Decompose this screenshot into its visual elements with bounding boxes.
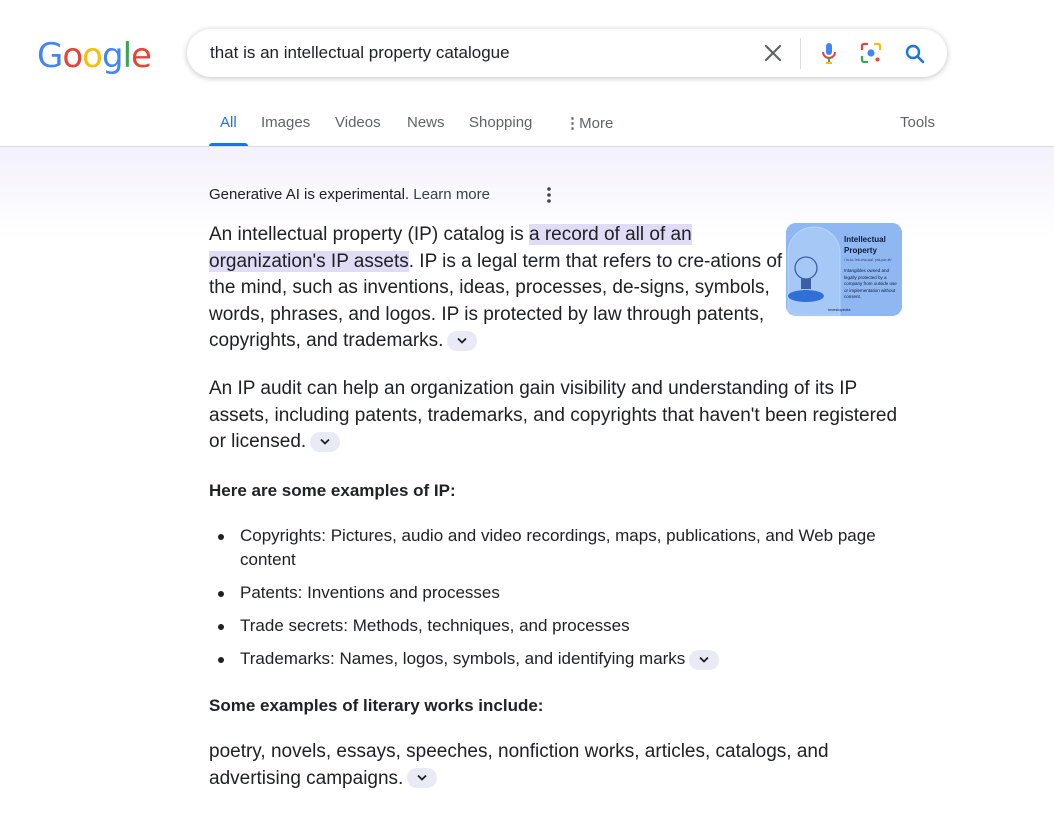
tab-news[interactable]: News [407, 114, 445, 131]
logo-letter: e [131, 36, 152, 76]
list-item-text: Trademarks: Names, logos, symbols, and i… [240, 649, 686, 668]
list-item-text: Trade secrets: Methods, techniques, and … [240, 616, 630, 635]
thumbnail-description: Intangibles owned and legally protected … [844, 268, 897, 299]
more-options-icon[interactable] [541, 186, 557, 204]
thumbnail-title: Intellectual Property [844, 235, 886, 255]
list-item: Trade secrets: Methods, techniques, and … [209, 614, 909, 638]
ai-paragraph-definition: An intellectual property (IP) catalog is… [209, 222, 784, 355]
microphone-icon[interactable] [817, 41, 841, 65]
expand-source-button[interactable] [310, 431, 341, 452]
chevron-down-icon [699, 656, 709, 663]
logo-letter: l [122, 36, 133, 76]
google-logo[interactable]: Google [37, 36, 152, 76]
camera-lens-icon[interactable] [859, 41, 883, 65]
experimental-text: Generative AI is experimental. [209, 186, 410, 203]
thumbnail-subtitle: /ˌin-tə-ˈlek-chə-wəl ˈprä-pər-tē/ [844, 258, 892, 262]
list-item-text: Patents: Inventions and processes [240, 583, 500, 602]
logo-letter: g [101, 36, 124, 76]
learn-more-link[interactable]: Learn more [413, 186, 490, 203]
logo-letter: o [82, 36, 103, 76]
examples-heading: Here are some examples of IP: [209, 481, 456, 500]
tab-all[interactable]: All [220, 114, 237, 131]
search-input[interactable]: that is an intellectual property catalog… [210, 43, 510, 63]
logo-letter: G [37, 36, 63, 76]
chevron-down-icon [457, 337, 468, 344]
ai-experimental-notice: Generative AI is experimental. Learn mor… [209, 186, 490, 203]
tab-images[interactable]: Images [261, 114, 310, 131]
list-item-text: Copyrights: Pictures, audio and video re… [240, 526, 876, 569]
chevron-down-icon [417, 775, 427, 782]
thumbnail-credit: investopedia [828, 307, 851, 312]
search-icon[interactable] [903, 42, 927, 66]
ip-source-thumbnail[interactable]: Intellectual Property /ˌin-tə-ˈlek-chə-w… [786, 223, 902, 316]
list-item: Copyrights: Pictures, audio and video re… [209, 524, 909, 572]
expand-source-button[interactable] [407, 768, 438, 789]
ai-paragraph-literary: poetry, novels, essays, speeches, nonfic… [209, 739, 899, 792]
definition-text: An intellectual property (IP) catalog is [209, 224, 529, 245]
more-vert-icon: ⋮ [565, 115, 580, 132]
list-item: Trademarks: Names, logos, symbols, and i… [209, 647, 909, 671]
logo-letter: o [62, 36, 83, 76]
close-icon[interactable] [761, 41, 785, 65]
list-item: Patents: Inventions and processes [209, 581, 909, 605]
search-box[interactable]: that is an intellectual property catalog… [187, 29, 947, 77]
search-divider [800, 38, 801, 69]
tab-shopping[interactable]: Shopping [469, 114, 532, 131]
tools-button[interactable]: Tools [900, 114, 935, 131]
tab-more-label: More [579, 115, 614, 132]
literary-works-heading: Some examples of literary works include: [209, 696, 544, 715]
chevron-down-icon [320, 438, 330, 445]
expand-source-button[interactable] [447, 330, 478, 351]
ai-paragraph-audit: An IP audit can help an organization gai… [209, 376, 899, 456]
ip-examples-list: Copyrights: Pictures, audio and video re… [209, 524, 909, 680]
expand-source-button[interactable] [689, 649, 720, 670]
tab-more[interactable]: ⋮ More [565, 114, 613, 132]
tab-videos[interactable]: Videos [335, 114, 381, 131]
literary-text: poetry, novels, essays, speeches, nonfic… [209, 741, 829, 789]
